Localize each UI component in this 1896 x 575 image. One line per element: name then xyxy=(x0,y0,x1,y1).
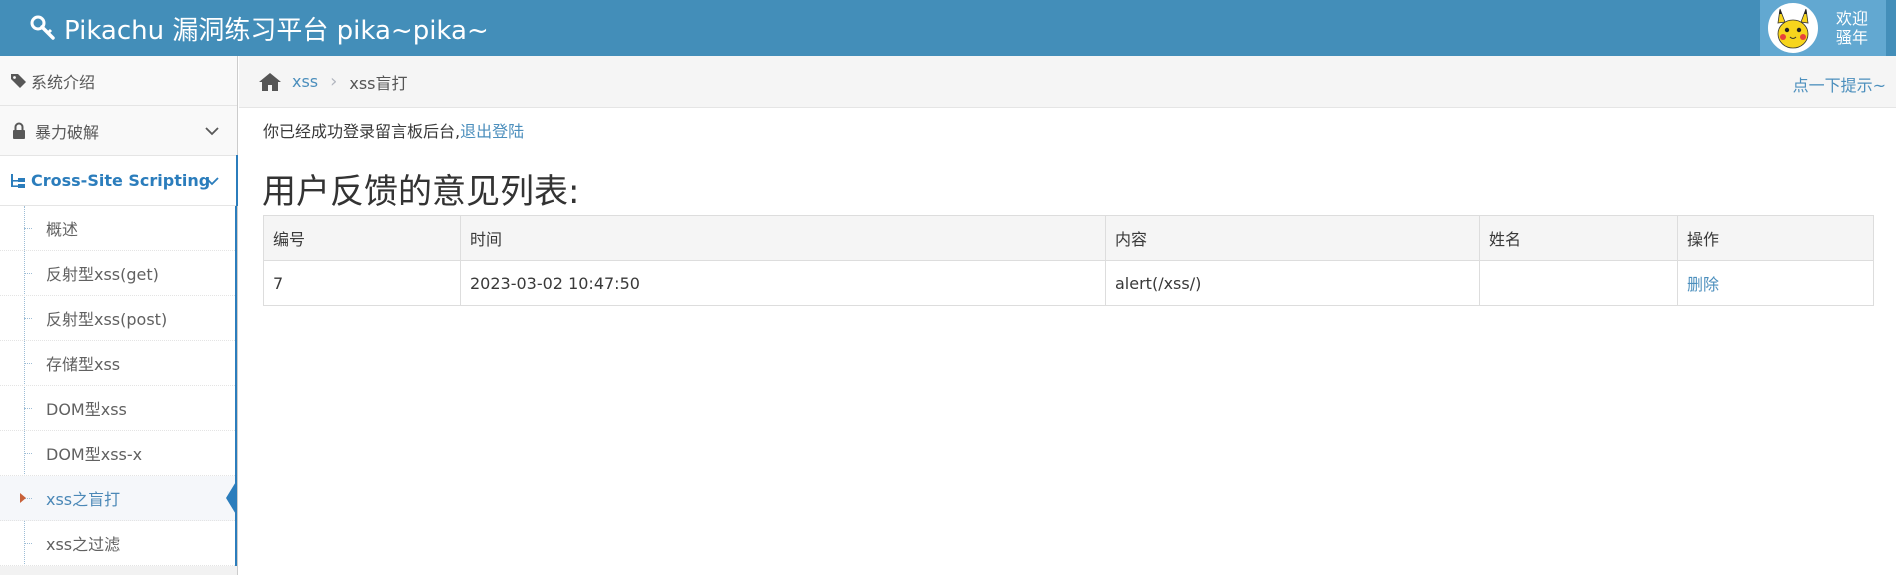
top-navbar: Pikachu 漏洞练习平台 pika~pika~ 欢迎 骚年 xyxy=(0,0,1896,56)
cell-time: 2023-03-02 10:47:50 xyxy=(460,260,1106,306)
column-header-time: 时间 xyxy=(460,215,1106,261)
sidebar-item-bruteforce[interactable]: 暴力破解 xyxy=(0,106,237,156)
submenu-item-blind[interactable]: xss之盲打 xyxy=(0,476,237,521)
login-message-text: 你已经成功登录留言板后台, xyxy=(263,122,461,141)
sidebar-item-label: Cross-Site Scripting xyxy=(31,171,211,190)
sidebar: 系统介绍 暴力破解 Cross-Site Scripting 概述 反射型xss… xyxy=(0,56,238,575)
login-message: 你已经成功登录留言板后台,退出登陆 xyxy=(263,118,524,142)
cell-id: 7 xyxy=(263,260,461,306)
chevron-right-icon: › xyxy=(330,71,338,92)
page-title: 用户反馈的意见列表: xyxy=(262,172,580,212)
column-header-name: 姓名 xyxy=(1479,215,1678,261)
submenu-item-dom-x[interactable]: DOM型xss-x xyxy=(0,431,235,476)
main-content: 你已经成功登录留言板后台,退出登陆 用户反馈的意见列表: 编号 时间 内容 姓名… xyxy=(239,108,1896,575)
brand-title: Pikachu 漏洞练习平台 pika~pika~ xyxy=(64,15,489,46)
submenu-item-label: 存储型xss xyxy=(46,355,121,374)
submenu-item-filter[interactable]: xss之过滤 xyxy=(0,521,235,566)
xss-submenu: 概述 反射型xss(get) 反射型xss(post) 存储型xss DOM型x… xyxy=(0,206,237,566)
breadcrumb: xss › xss盲打 点一下提示~ xyxy=(239,56,1896,108)
active-pointer-icon xyxy=(226,480,237,516)
key-icon xyxy=(30,15,55,40)
lock-icon xyxy=(13,122,25,139)
cell-action: 删除 xyxy=(1677,260,1874,306)
submenu-item-dom[interactable]: DOM型xss xyxy=(0,386,235,431)
hint-link[interactable]: 点一下提示~ xyxy=(1793,72,1886,96)
sidebar-item-label: 系统介绍 xyxy=(31,72,96,92)
pikachu-avatar-icon xyxy=(1770,5,1816,51)
feedback-table: 编号 时间 内容 姓名 操作 7 2023-03-02 10:47:50 ale… xyxy=(263,215,1874,306)
breadcrumb-link-xss[interactable]: xss xyxy=(292,72,318,91)
submenu-item-reflected-post[interactable]: 反射型xss(post) xyxy=(0,296,235,341)
sidebar-item-intro[interactable]: 系统介绍 xyxy=(0,56,237,106)
chevron-down-icon xyxy=(205,127,219,136)
logout-link[interactable]: 退出登陆 xyxy=(460,122,524,141)
submenu-item-label: 概述 xyxy=(46,220,79,239)
avatar xyxy=(1768,3,1818,53)
user-greeting: 欢迎 骚年 xyxy=(1836,9,1868,47)
sidebar-item-label: 暴力破解 xyxy=(35,122,100,142)
breadcrumb-current: xss盲打 xyxy=(349,73,408,93)
home-icon[interactable] xyxy=(258,72,282,92)
caret-right-icon xyxy=(20,493,26,503)
cell-name xyxy=(1479,260,1678,306)
sidebar-item-xss[interactable]: Cross-Site Scripting xyxy=(0,155,238,206)
cell-content: alert(/xss/) xyxy=(1105,260,1480,306)
delete-link[interactable]: 删除 xyxy=(1687,275,1719,294)
submenu-item-overview[interactable]: 概述 xyxy=(0,206,235,251)
submenu-item-label: DOM型xss-x xyxy=(46,445,143,464)
submenu-item-label: xss之过滤 xyxy=(46,535,121,554)
tags-icon xyxy=(11,73,26,88)
submenu-item-label: xss之盲打 xyxy=(46,490,121,509)
column-header-action: 操作 xyxy=(1677,215,1874,261)
submenu-item-label: DOM型xss xyxy=(46,400,127,419)
table-row: 7 2023-03-02 10:47:50 alert(/xss/) 删除 xyxy=(263,260,1874,306)
submenu-item-label: 反射型xss(get) xyxy=(46,265,159,284)
user-greeting-line2: 骚年 xyxy=(1836,28,1869,47)
brand[interactable]: Pikachu 漏洞练习平台 pika~pika~ xyxy=(30,0,489,56)
chevron-down-icon xyxy=(205,177,219,186)
user-menu[interactable]: 欢迎 骚年 xyxy=(1760,0,1886,56)
submenu-item-reflected-get[interactable]: 反射型xss(get) xyxy=(0,251,235,296)
submenu-item-label: 反射型xss(post) xyxy=(46,310,168,329)
sitemap-icon xyxy=(11,173,25,188)
column-header-id: 编号 xyxy=(263,215,461,261)
column-header-content: 内容 xyxy=(1105,215,1480,261)
submenu-item-stored[interactable]: 存储型xss xyxy=(0,341,235,386)
table-header-row: 编号 时间 内容 姓名 操作 xyxy=(263,215,1874,261)
user-greeting-line1: 欢迎 xyxy=(1836,9,1869,28)
